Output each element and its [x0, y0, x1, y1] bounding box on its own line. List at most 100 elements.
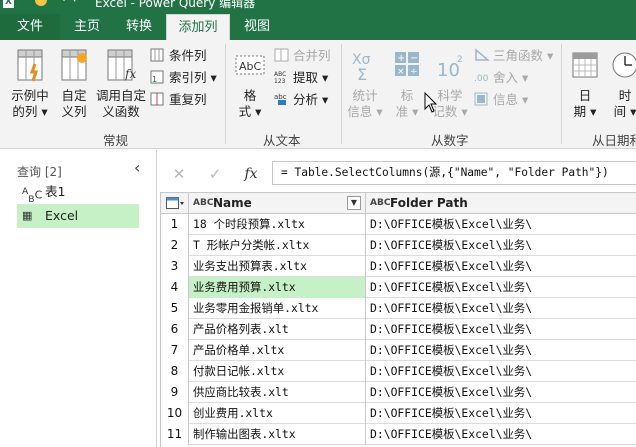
parse-button[interactable]: abc 分析 ▾ [274, 90, 328, 110]
name-cell[interactable]: 业务费用预算.xltx [189, 277, 366, 298]
rounding-button[interactable]: .00 舍入 ▾ [474, 68, 528, 88]
svg-text:123: 123 [274, 78, 286, 84]
text-type-icon[interactable]: ABC [370, 193, 390, 213]
date-label-2: 期 ▾ [573, 104, 597, 119]
table-menu-button[interactable] [161, 193, 189, 214]
table-header-row: ABC Name ▼ ABC Folder Path [161, 193, 636, 214]
merge-columns-button[interactable]: 合并列 [274, 46, 331, 66]
query-item-excel[interactable]: ▦ Excel [17, 204, 139, 228]
column-from-examples-label-2: 的列 ▾ [12, 104, 48, 119]
name-cell[interactable]: T 形帐户分类帐.xltx [189, 235, 366, 256]
filter-dropdown-icon[interactable]: ▼ [347, 196, 361, 210]
tab-view[interactable]: 视图 [232, 14, 282, 40]
invoke-custom-function-button[interactable]: fx 调用自定 义函数 [94, 48, 148, 120]
trigonometry-button[interactable]: 三角函数 ▾ [474, 46, 553, 66]
index-column-icon: 1 [150, 70, 164, 84]
folder-path-cell[interactable]: D:\OFFICE模板\Excel\业务\ [366, 214, 636, 235]
parse-label: 分析 ▾ [293, 92, 329, 107]
standard-label-2: 准 ▾ [395, 104, 419, 119]
custom-column-button[interactable]: 自定 义列 [56, 48, 92, 120]
excel-logo-icon: X [3, 0, 14, 8]
table-row[interactable]: 2 T 形帐户分类帐.xltx D:\OFFICE模板\Excel\业务\ [161, 235, 636, 256]
column-header-name[interactable]: ABC Name ▼ [189, 193, 366, 214]
invoke-custom-function-label-1: 调用自定 [95, 88, 146, 103]
statistics-button[interactable]: Χσ Σ 统计 信息 ▾ [346, 48, 384, 120]
svg-text:Σ: Σ [357, 65, 367, 84]
table-row[interactable]: 11 制作输出图表.xltx D:\OFFICE模板\Excel\业务\ [161, 424, 636, 445]
conditional-column-icon [150, 48, 164, 62]
name-cell[interactable]: 制作输出图表.xltx [189, 424, 366, 445]
table-row[interactable]: 6 产品价格列表.xlt D:\OFFICE模板\Excel\业务\ [161, 319, 636, 340]
duplicate-column-button[interactable]: 重复列 [150, 90, 207, 110]
information-button[interactable]: 信息 ▾ [474, 90, 528, 110]
standard-button[interactable]: + − × ÷ 标 准 ▾ [390, 48, 424, 120]
quick-access-toolbar[interactable]: ↩ ▾ [62, 0, 77, 5]
folder-path-cell[interactable]: D:\OFFICE模板\Excel\业务\ [366, 340, 636, 361]
folder-path-cell[interactable]: D:\OFFICE模板\Excel\业务\ [366, 361, 636, 382]
conditional-column-button[interactable]: 条件列 [150, 46, 207, 66]
data-grid: ABC Name ▼ ABC Folder Path 1 18 个时段预算.xl… [160, 192, 636, 447]
formula-input[interactable]: = Table.SelectColumns(源,{"Name", "Folder… [272, 161, 636, 185]
format-button[interactable]: AbC 格 式 ▾ [231, 48, 269, 120]
name-cell[interactable]: 创业费用.xltx [189, 403, 366, 424]
folder-path-cell[interactable]: D:\OFFICE模板\Excel\业务\ [366, 256, 636, 277]
tab-add-column[interactable]: 添加列 [166, 14, 230, 41]
folder-path-cell[interactable]: D:\OFFICE模板\Excel\业务\ [366, 319, 636, 340]
cancel-formula-icon[interactable]: ✕ [168, 163, 190, 185]
duplicate-column-label: 重复列 [169, 92, 207, 107]
confirm-formula-icon[interactable]: ✓ [204, 163, 226, 185]
time-button[interactable]: 时 间 ▾ [608, 48, 636, 120]
group-divider [341, 44, 342, 144]
formula-bar: ✕ ✓ fx = Table.SelectColumns(源,{"Name", … [160, 160, 636, 187]
column-header-folder-path[interactable]: ABC Folder Path [366, 193, 636, 214]
name-cell[interactable]: 付款日记帐.xltx [189, 361, 366, 382]
folder-path-cell[interactable]: D:\OFFICE模板\Excel\业务\ [366, 298, 636, 319]
query-item-label: Excel [45, 208, 79, 223]
svg-text:1: 1 [152, 75, 157, 84]
name-cell[interactable]: 业务零用金报销单.xltx [189, 298, 366, 319]
query-item-table1[interactable]: ABC 表1 [17, 180, 139, 205]
time-label-2: 间 ▾ [613, 104, 636, 119]
tab-home[interactable]: 主页 [62, 14, 112, 40]
tab-file[interactable]: 文件 [0, 14, 60, 40]
table-icon: ▦ [22, 209, 33, 222]
custom-column-label-2: 义列 [61, 104, 87, 119]
table-menu-icon [166, 197, 184, 209]
name-cell[interactable]: 业务支出预算表.xltx [189, 256, 366, 277]
name-cell[interactable]: 供应商比较表.xlt [189, 382, 366, 403]
date-button[interactable]: 日 期 ▾ [568, 48, 602, 120]
folder-path-cell[interactable]: D:\OFFICE模板\Excel\业务\ [366, 382, 636, 403]
name-cell[interactable]: 18 个时段预算.xltx [189, 214, 366, 235]
table-row[interactable]: 3 业务支出预算表.xltx D:\OFFICE模板\Excel\业务\ [161, 256, 636, 277]
row-number: 7 [161, 340, 189, 361]
standard-calculator-icon: + − × ÷ [395, 52, 419, 77]
tab-transform[interactable]: 转换 [114, 14, 164, 40]
text-type-icon[interactable]: ABC [193, 193, 213, 213]
fx-icon[interactable]: fx [240, 163, 262, 185]
table-row-selected[interactable]: 4 业务费用预算.xltx D:\OFFICE模板\Excel\业务\ [161, 277, 636, 298]
table-row[interactable]: 9 供应商比较表.xlt D:\OFFICE模板\Excel\业务\ [161, 382, 636, 403]
table-row[interactable]: 10 创业费用.xltx D:\OFFICE模板\Excel\业务\ [161, 403, 636, 424]
folder-path-cell[interactable]: D:\OFFICE模板\Excel\业务\ [366, 277, 636, 298]
folder-path-cell[interactable]: D:\OFFICE模板\Excel\业务\ [366, 403, 636, 424]
smiley-feedback-icon[interactable] [35, 0, 47, 6]
queries-pane: 查询 [2] ‹ ABC 表1 ▦ Excel [0, 150, 157, 447]
column-from-examples-button[interactable]: 示例中 的列 ▾ [8, 48, 52, 120]
table-row[interactable]: 8 付款日记帐.xltx D:\OFFICE模板\Excel\业务\ [161, 361, 636, 382]
extract-button[interactable]: ABC 123 提取 ▾ [274, 68, 328, 88]
name-cell[interactable]: 产品价格列表.xlt [189, 319, 366, 340]
extract-label: 提取 ▾ [293, 70, 329, 85]
table-row[interactable]: 7 产品价格单.xltx D:\OFFICE模板\Excel\业务\ [161, 340, 636, 361]
folder-path-cell[interactable]: D:\OFFICE模板\Excel\业务\ [366, 424, 636, 445]
group-label-from-text: 从文本 [263, 133, 301, 148]
index-column-button[interactable]: 1 索引列 ▾ [150, 68, 217, 88]
collapse-pane-chevron-icon[interactable]: ‹ [134, 158, 140, 177]
name-cell[interactable]: 产品价格单.xltx [189, 340, 366, 361]
table-row[interactable]: 1 18 个时段预算.xltx D:\OFFICE模板\Excel\业务\ [161, 214, 636, 235]
time-label-1: 时 [618, 88, 632, 103]
calendar-icon [572, 52, 598, 78]
row-number: 3 [161, 256, 189, 277]
folder-path-cell[interactable]: D:\OFFICE模板\Excel\业务\ [366, 235, 636, 256]
table-row[interactable]: 5 业务零用金报销单.xltx D:\OFFICE模板\Excel\业务\ [161, 298, 636, 319]
index-column-label: 索引列 ▾ [169, 70, 217, 85]
